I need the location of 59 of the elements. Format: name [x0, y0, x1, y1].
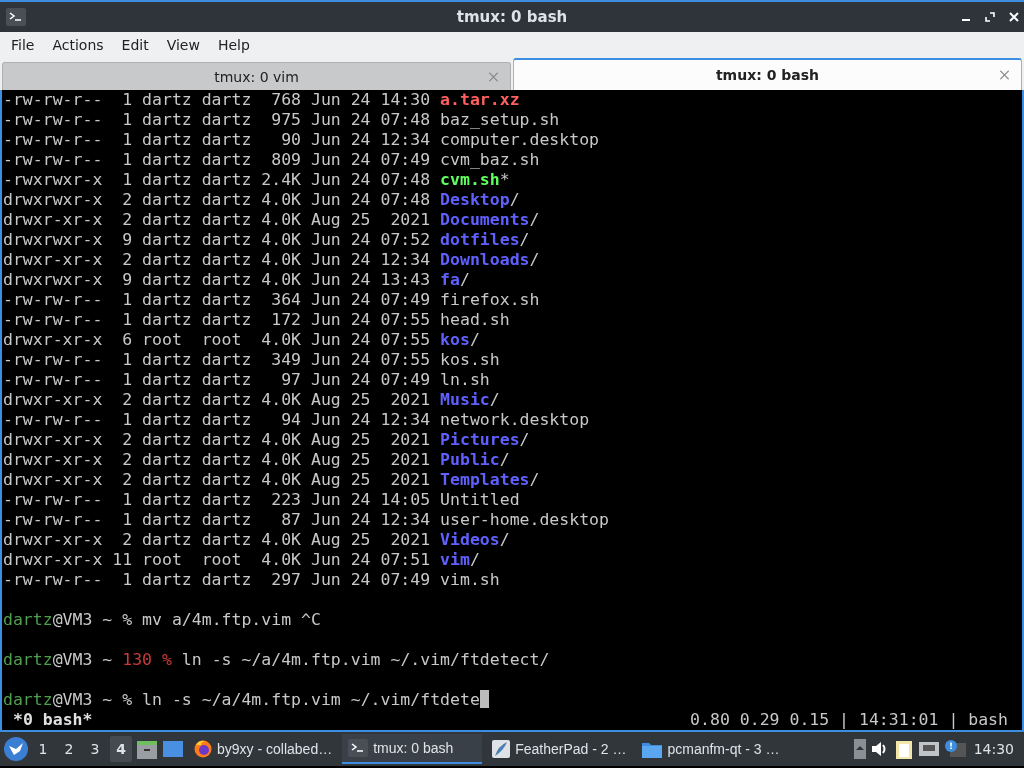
tmux-window: *0 bash* [3, 710, 93, 730]
listing-row: drwxr-xr-x 2 dartz dartz 4.0K Aug 25 2021 Music/ [3, 390, 500, 410]
listing-row: -rw-rw-r-- 1 dartz dartz 172 Jun 24 07:55 head.sh [3, 310, 510, 330]
menu-item[interactable]: View [157, 37, 209, 53]
menu-item[interactable]: Actions [43, 37, 113, 53]
terminal-icon [348, 739, 369, 757]
terminal-icon [6, 8, 26, 26]
window-title: tmux: 0 bash [455, 8, 569, 26]
network-icon[interactable] [917, 740, 940, 758]
clipboard-icon[interactable] [893, 738, 914, 760]
listing-row: drwxr-xr-x 2 dartz dartz 4.0K Aug 25 2021 Templates/ [3, 470, 540, 490]
listing-row: -rw-rw-r-- 1 dartz dartz 809 Jun 24 07:49 cvm_baz.sh [3, 150, 540, 170]
listing-row: -rw-rw-r-- 1 dartz dartz 349 Jun 24 07:55 kos.sh [3, 350, 500, 370]
task-button[interactable]: tmux: 0 bash [342, 734, 483, 764]
listing-row: drwxr-xr-x 2 dartz dartz 4.0K Aug 25 2021 Public/ [3, 450, 510, 470]
listing-row: -rw-rw-r-- 1 dartz dartz 87 Jun 24 12:34 user-home.desktop [3, 510, 609, 530]
menu-item[interactable]: File [2, 37, 44, 53]
browser-icon [194, 740, 212, 758]
listing-row: -rw-rw-r-- 1 dartz dartz 768 Jun 24 14:30 a.tar.xz [3, 90, 520, 110]
listing-row: drwxr-xr-x 2 dartz dartz 4.0K Aug 25 2021 Videos/ [3, 530, 510, 550]
listing-row: -rwxrwxr-x 1 dartz dartz 2.4K Jun 24 07:48 cvm.sh* [3, 170, 510, 190]
listing-row: drwxrwxr-x 9 dartz dartz 4.0K Jun 24 07:52 dotfiles/ [3, 230, 530, 250]
menu-item[interactable]: Help [208, 37, 259, 53]
listing-row: -rw-rw-r-- 1 dartz dartz 364 Jun 24 07:49 firefox.sh [3, 290, 540, 310]
workspace-button[interactable]: 1 [32, 736, 54, 762]
listing-row: -rw-rw-r-- 1 dartz dartz 97 Jun 24 07:49 ln.sh [3, 370, 490, 390]
listing-row: drwxr-xr-x 2 dartz dartz 4.0K Jun 24 12:34 Downloads/ [3, 250, 540, 270]
menu-item[interactable]: Edit [112, 37, 158, 53]
tab[interactable]: tmux: 0 bash [513, 58, 1022, 90]
prompt-line: dartz@VM3 ~ % ln -s ~/a/4m.ftp.vim ~/.vim/ftdete [3, 690, 489, 710]
listing-row: drwxr-xr-x 2 dartz dartz 4.0K Aug 25 2021 Pictures/ [3, 430, 530, 450]
task-button[interactable]: pcmanfm-qt - 3 … [636, 734, 786, 764]
listing-row: -rw-rw-r-- 1 dartz dartz 223 Jun 24 14:05 Untitled [3, 490, 520, 510]
listing-row: drwxrwxr-x 9 dartz dartz 4.0K Jun 24 13:43 fa/ [3, 270, 470, 290]
listing-row: drwxr-xr-x 11 root root 4.0K Jun 24 07:51 vim/ [3, 550, 480, 570]
workspace-button[interactable]: 2 [58, 736, 80, 762]
listing-row: -rw-rw-r-- 1 dartz dartz 297 Jun 24 07:49 vim.sh [3, 570, 500, 590]
cabinet-icon[interactable] [136, 738, 158, 760]
notification-icon[interactable] [943, 739, 966, 759]
maximize-icon[interactable] [985, 12, 995, 22]
listing-row: -rw-rw-r-- 1 dartz dartz 94 Jun 24 12:34 network.desktop [3, 410, 590, 430]
clock[interactable]: 14:30 [969, 741, 1020, 757]
feather-icon [492, 740, 511, 758]
eject-icon[interactable] [853, 739, 866, 759]
workspace-button[interactable]: 3 [84, 736, 106, 762]
tmux-status: 0.80 0.29 0.15 | 14:31:01 | bash [690, 710, 1009, 730]
task-button[interactable]: by9xy - collabed… [188, 734, 339, 764]
listing-row: drwxr-xr-x 6 root root 4.0K Jun 24 07:55 kos/ [3, 330, 480, 350]
workspace-button[interactable]: 4 [110, 736, 132, 762]
listing-row: drwxrwxr-x 2 dartz dartz 4.0K Jun 24 07:48 Desktop/ [3, 190, 520, 210]
listing-row: drwxr-xr-x 2 dartz dartz 4.0K Aug 25 2021 Documents/ [3, 210, 540, 230]
tab[interactable]: tmux: 0 vim [2, 62, 511, 90]
folder-icon [642, 740, 663, 758]
task-button[interactable]: FeatherPad - 2 … [486, 734, 633, 764]
prompt-line: dartz@VM3 ~ 130 % ln -s ~/a/4m.ftp.vim ~/.vim/ftdetect/ [3, 650, 550, 670]
desktop-icon[interactable] [162, 739, 184, 759]
listing-row: -rw-rw-r-- 1 dartz dartz 90 Jun 24 12:34 computer.desktop [3, 130, 600, 150]
listing-row: -rw-rw-r-- 1 dartz dartz 975 Jun 24 07:48 baz_setup.sh [3, 110, 560, 130]
prompt-line: dartz@VM3 ~ % mv a/4m.ftp.vim ^C [3, 610, 321, 630]
